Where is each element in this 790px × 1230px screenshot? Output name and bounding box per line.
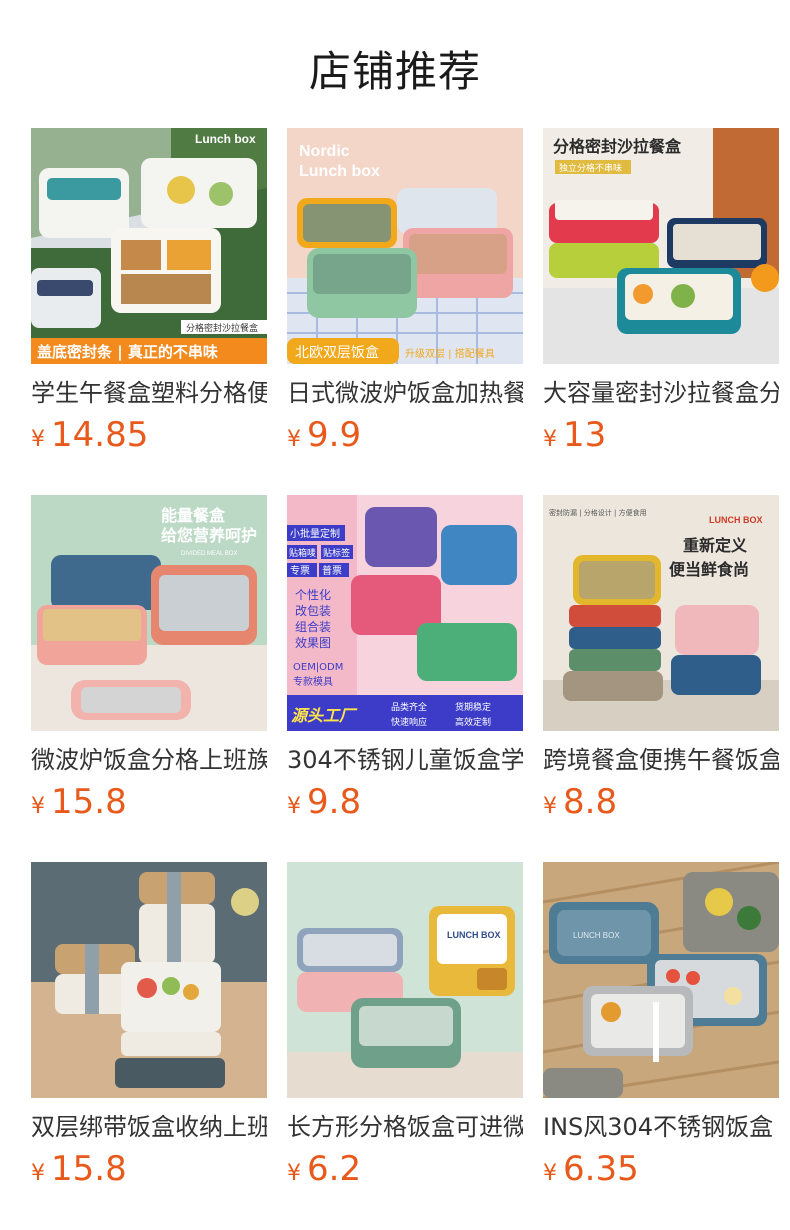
image-caption: 快速响应 [391,716,427,728]
product-card[interactable]: 密封防漏 | 分格设计 | 方便食用 LUNCH BOX 重新定义 便当鲜食尚 … [543,495,779,822]
product-name[interactable]: INS风304不锈钢饭盒 [543,1110,779,1144]
image-tag: 普票 [322,564,342,577]
product-price: ¥8.8 [543,782,617,822]
product-name[interactable]: 微波炉饭盒分格上班族便当 [31,743,267,777]
image-caption: LUNCH BOX [709,515,763,525]
currency-symbol: ¥ [31,794,45,819]
image-tag: 专票 [290,564,310,577]
image-caption: 密封防漏 | 分格设计 | 方便食用 [549,508,647,517]
product-image[interactable]: 能量餐盒 给您营养呵护 DIVIDED MEAL BOX [31,495,267,731]
product-image[interactable]: LUNCH BOX [287,862,523,1098]
product-name[interactable]: 双层绑带饭盒收纳上班族 [31,1110,267,1144]
product-card[interactable]: 能量餐盒 给您营养呵护 DIVIDED MEAL BOX 微波炉饭盒分格上班族便… [31,495,267,822]
price-value: 13 [563,415,607,455]
image-caption: 能量餐盒 [161,506,226,525]
product-price: ¥15.8 [31,1149,127,1189]
product-card[interactable]: Nordic Lunch box 北欧双层饭盒 升级双层 | 搭配餐具 日式微波… [287,128,523,455]
image-caption: 分格密封沙拉餐盒 [186,322,258,334]
product-price: ¥6.2 [287,1149,361,1189]
product-card[interactable]: 双层绑带饭盒收纳上班族 ¥15.8 [31,862,267,1189]
product-image[interactable]: 分格密封沙拉餐盒 独立分格不串味 [543,128,779,364]
image-caption: 效果图 [295,635,331,650]
image-banner: 盖底密封条 | 真正的不串味 [37,343,218,362]
currency-symbol: ¥ [31,427,45,452]
image-caption: 便当鲜食尚 [669,560,749,579]
product-price: ¥6.35 [543,1149,639,1189]
product-price: ¥15.8 [31,782,127,822]
price-value: 8.8 [563,782,618,822]
currency-symbol: ¥ [543,794,557,819]
image-caption: Lunch box [299,163,380,180]
image-caption: 专款模具 [293,675,333,688]
product-price: ¥13 [543,415,606,455]
image-caption: 货期稳定 [455,701,491,713]
price-value: 9.8 [307,782,362,822]
price-value: 14.85 [51,415,149,455]
product-price: ¥9.8 [287,782,361,822]
currency-symbol: ¥ [543,1161,557,1186]
image-caption: 独立分格不串味 [559,162,622,174]
image-caption: 品类齐全 [391,701,427,713]
image-banner: 北欧双层饭盒 [295,344,379,361]
image-banner: 升级双层 | 搭配餐具 [405,347,495,360]
product-name[interactable]: 跨境餐盒便携午餐饭盒 [543,743,779,777]
product-image[interactable] [31,862,267,1098]
image-caption: 给您营养呵护 [161,526,257,545]
product-image[interactable]: Nordic Lunch box 北欧双层饭盒 升级双层 | 搭配餐具 [287,128,523,364]
price-value: 15.8 [51,782,127,822]
product-name[interactable]: 日式微波炉饭盒加热餐盒 [287,376,523,410]
product-price: ¥14.85 [31,415,148,455]
image-caption: Nordic [299,143,350,160]
image-caption: 高效定制 [455,716,491,728]
product-card[interactable]: 小批量定制 贴箱唛 贴标签 专票 普票 个性化 改包装 组合装 效果图 OEM|… [287,495,523,822]
product-image[interactable]: 密封防漏 | 分格设计 | 方便食用 LUNCH BOX 重新定义 便当鲜食尚 [543,495,779,731]
image-caption: 重新定义 [683,536,747,555]
currency-symbol: ¥ [287,794,301,819]
product-image[interactable]: LUNCH BOX [543,862,779,1098]
currency-symbol: ¥ [543,427,557,452]
product-image[interactable]: Lunch box 分格密封沙拉餐盒 盖底密封条 | 真正的不串味 [31,128,267,364]
image-caption: 分格密封沙拉餐盒 [553,137,682,156]
image-caption: Lunch box [195,132,256,146]
image-caption: 个性化 [295,588,331,602]
image-caption: OEM|ODM [293,662,343,673]
product-name[interactable]: 长方形分格饭盒可进微波炉 [287,1110,523,1144]
currency-symbol: ¥ [31,1161,45,1186]
product-card[interactable]: LUNCH BOX 长方形分格饭盒可进微波炉 ¥6.2 [287,862,523,1189]
image-caption: 改包装 [295,604,331,618]
product-price: ¥9.9 [287,415,361,455]
image-tag: 贴箱唛 [289,547,316,559]
product-image[interactable]: 小批量定制 贴箱唛 贴标签 专票 普票 个性化 改包装 组合装 效果图 OEM|… [287,495,523,731]
product-name[interactable]: 大容量密封沙拉餐盒分格 [543,376,779,410]
currency-symbol: ¥ [287,1161,301,1186]
product-name[interactable]: 学生午餐盒塑料分格便当盒 [31,376,267,410]
page-title: 店铺推荐 [308,47,481,96]
product-card[interactable]: LUNCH BOX INS风304不锈钢饭盒 ¥6.35 [543,862,779,1189]
image-tag: 小批量定制 [290,527,340,540]
price-value: 15.8 [51,1149,127,1189]
product-name[interactable]: 304不锈钢儿童饭盒学生 [287,743,523,777]
image-caption: LUNCH BOX [447,930,501,940]
product-card[interactable]: Lunch box 分格密封沙拉餐盒 盖底密封条 | 真正的不串味 学生午餐盒塑… [31,128,267,455]
image-banner: 源头工厂 [291,706,358,725]
image-caption: 组合装 [295,619,331,634]
price-value: 6.2 [307,1149,362,1189]
price-value: 6.35 [563,1149,639,1189]
image-tag: 贴标签 [323,547,350,559]
currency-symbol: ¥ [287,427,301,452]
price-value: 9.9 [307,415,362,455]
image-caption: DIVIDED MEAL BOX [181,551,237,557]
product-card[interactable]: 分格密封沙拉餐盒 独立分格不串味 大容量密封沙拉餐盒分格 ¥13 [543,128,779,455]
image-caption: LUNCH BOX [573,931,620,940]
